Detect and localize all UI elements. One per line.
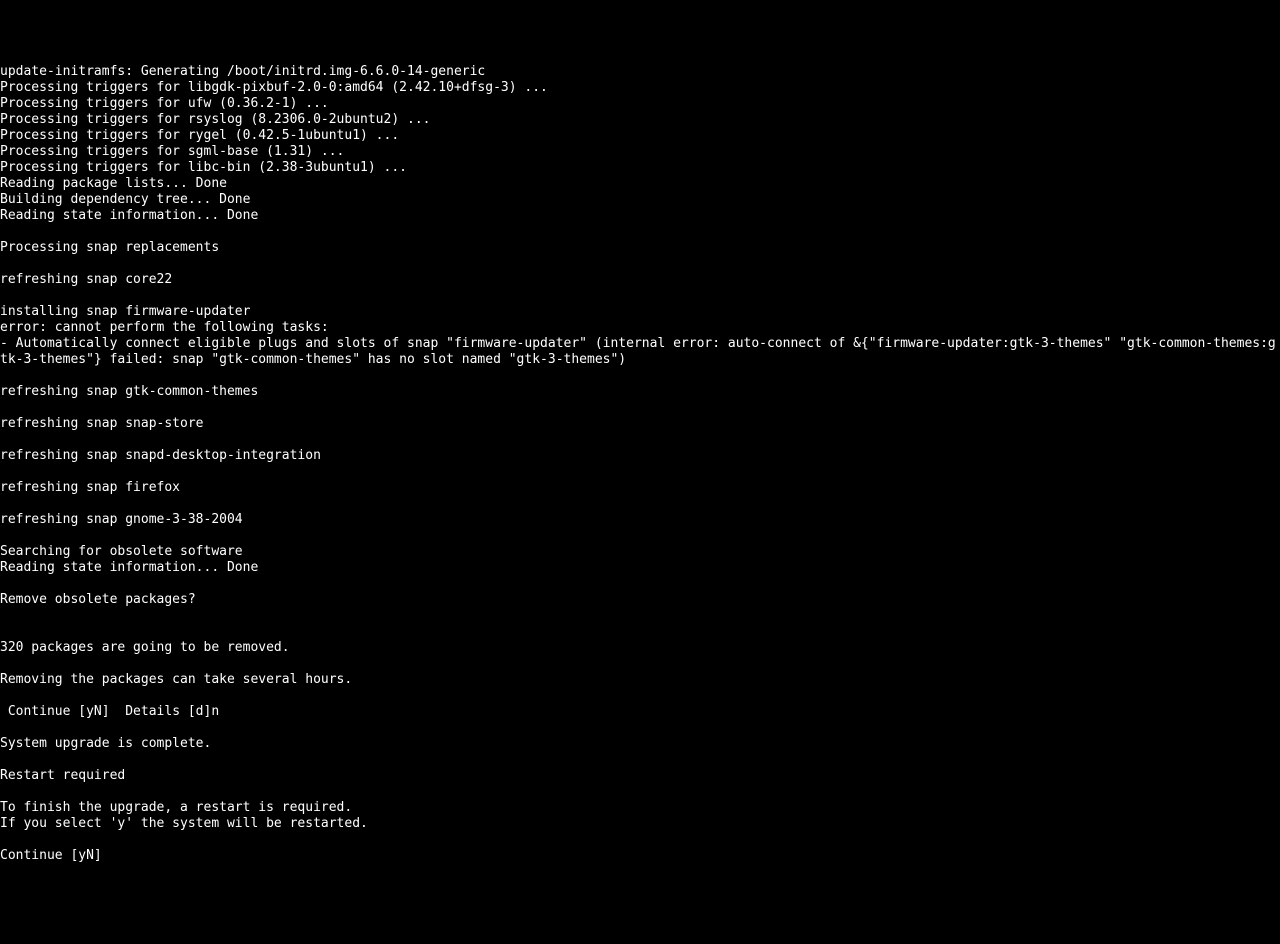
terminal-line: refreshing snap snap-store (0, 416, 1280, 432)
terminal-prompt-line: Continue [yN] Details [d]n (0, 704, 1280, 720)
terminal-line (0, 528, 1280, 544)
terminal-line (0, 720, 1280, 736)
terminal-prompt-line[interactable]: Continue [yN] (0, 848, 1280, 864)
terminal-line (0, 496, 1280, 512)
terminal-line: - Automatically connect eligible plugs a… (0, 336, 1280, 368)
terminal-line: Processing triggers for sgml-base (1.31)… (0, 144, 1280, 160)
terminal-line: Remove obsolete packages? (0, 592, 1280, 608)
terminal-line: Reading state information... Done (0, 208, 1280, 224)
terminal-line: Reading package lists... Done (0, 176, 1280, 192)
terminal-line: installing snap firmware-updater (0, 304, 1280, 320)
terminal-line: refreshing snap gtk-common-themes (0, 384, 1280, 400)
terminal-line (0, 608, 1280, 624)
terminal-line (0, 688, 1280, 704)
terminal-line (0, 432, 1280, 448)
terminal-line (0, 656, 1280, 672)
terminal-line: Searching for obsolete software (0, 544, 1280, 560)
terminal-line (0, 832, 1280, 848)
terminal-line (0, 400, 1280, 416)
terminal-line: Restart required (0, 768, 1280, 784)
terminal-line (0, 784, 1280, 800)
terminal-line: 320 packages are going to be removed. (0, 640, 1280, 656)
terminal-prompt-text: Continue [yN] (0, 848, 102, 863)
terminal-line: refreshing snap firefox (0, 480, 1280, 496)
terminal-line (0, 256, 1280, 272)
terminal-line (0, 368, 1280, 384)
terminal-line: update-initramfs: Generating /boot/initr… (0, 64, 1280, 80)
terminal-line: error: cannot perform the following task… (0, 320, 1280, 336)
terminal-line (0, 464, 1280, 480)
terminal-line (0, 576, 1280, 592)
terminal-line (0, 224, 1280, 240)
terminal-line: System upgrade is complete. (0, 736, 1280, 752)
terminal-line: Processing triggers for libgdk-pixbuf-2.… (0, 80, 1280, 96)
terminal-line (0, 624, 1280, 640)
terminal-line: Processing snap replacements (0, 240, 1280, 256)
terminal-line: refreshing snap core22 (0, 272, 1280, 288)
terminal-line: Reading state information... Done (0, 560, 1280, 576)
terminal-line: If you select 'y' the system will be res… (0, 816, 1280, 832)
terminal-line: To finish the upgrade, a restart is requ… (0, 800, 1280, 816)
terminal-line: refreshing snap gnome-3-38-2004 (0, 512, 1280, 528)
terminal-line (0, 752, 1280, 768)
terminal-line: Removing the packages can take several h… (0, 672, 1280, 688)
terminal-console[interactable]: update-initramfs: Generating /boot/initr… (0, 64, 1280, 864)
terminal-line: Processing triggers for rsyslog (8.2306.… (0, 112, 1280, 128)
terminal-line: Processing triggers for rygel (0.42.5-1u… (0, 128, 1280, 144)
terminal-line (0, 288, 1280, 304)
terminal-line: Processing triggers for libc-bin (2.38-3… (0, 160, 1280, 176)
terminal-line: Processing triggers for ufw (0.36.2-1) .… (0, 96, 1280, 112)
terminal-line: refreshing snap snapd-desktop-integratio… (0, 448, 1280, 464)
terminal-line: Building dependency tree... Done (0, 192, 1280, 208)
